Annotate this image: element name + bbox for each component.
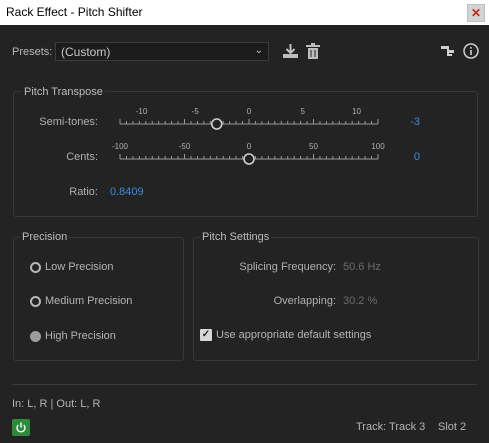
semitones-label: Semi-tones: bbox=[39, 116, 98, 128]
close-button[interactable]: ✕ bbox=[467, 4, 485, 22]
close-icon: ✕ bbox=[470, 6, 482, 20]
chevron-down-icon: ⌄ bbox=[254, 45, 263, 56]
slot-label: Slot 2 bbox=[438, 421, 467, 433]
pitch-settings-title: Pitch Settings bbox=[200, 231, 272, 243]
semitones-value[interactable]: -3 bbox=[396, 116, 420, 128]
track-label: Track: Track 3 bbox=[356, 421, 426, 433]
radio-medium-label: Medium Precision bbox=[45, 295, 133, 307]
window-title: Rack Effect - Pitch Shifter bbox=[6, 5, 143, 19]
radio-low-precision[interactable]: Low Precision bbox=[30, 261, 113, 273]
power-icon bbox=[16, 422, 26, 433]
trash-icon bbox=[306, 43, 320, 59]
radio-low-circle bbox=[30, 261, 41, 273]
checkmark-icon: ✓ bbox=[200, 329, 212, 341]
slider-thumb bbox=[210, 118, 223, 130]
radio-low-label: Low Precision bbox=[45, 261, 114, 273]
use-defaults-label: Use appropriate default settings bbox=[216, 329, 372, 341]
io-routing-text: In: L, R | Out: L, R bbox=[12, 398, 101, 410]
splicing-frequency-label: Splicing Frequency: bbox=[239, 261, 336, 273]
slider-thumb bbox=[243, 153, 255, 165]
radio-medium-circle bbox=[30, 295, 41, 307]
semitones-slider[interactable]: -10 -5 0 5 10 bbox=[118, 107, 380, 131]
overlapping-value[interactable]: 30.2 % bbox=[343, 295, 377, 307]
info-icon bbox=[463, 43, 479, 59]
radio-high-precision[interactable]: High Precision bbox=[30, 330, 116, 342]
use-defaults-checkbox[interactable]: ✓ Use appropriate default settings bbox=[200, 329, 371, 341]
overlapping-label: Overlapping: bbox=[273, 295, 336, 307]
splicing-frequency-value[interactable]: 50.6 Hz bbox=[343, 261, 381, 273]
cents-slider[interactable]: -100 -50 0 50 100 bbox=[112, 142, 385, 166]
cents-value[interactable]: 0 bbox=[396, 151, 420, 163]
delete-preset-button[interactable] bbox=[306, 43, 320, 62]
info-button[interactable] bbox=[463, 43, 479, 62]
semitones-slider-track bbox=[119, 118, 379, 130]
radio-high-label: High Precision bbox=[45, 330, 116, 342]
ratio-label: Ratio: bbox=[69, 186, 98, 198]
presets-dropdown[interactable]: (Custom) ⌄ bbox=[55, 42, 269, 61]
cents-slider-track bbox=[119, 153, 379, 165]
pitch-transpose-title: Pitch Transpose bbox=[22, 86, 105, 98]
radio-medium-precision[interactable]: Medium Precision bbox=[30, 295, 132, 307]
presets-selected-value: (Custom) bbox=[61, 45, 111, 59]
cents-label: Cents: bbox=[66, 151, 98, 163]
download-icon bbox=[283, 44, 298, 58]
routing-button[interactable] bbox=[441, 44, 455, 61]
presets-label: Presets: bbox=[12, 46, 53, 58]
power-button[interactable] bbox=[12, 419, 30, 436]
radio-high-circle bbox=[30, 330, 41, 342]
footer-divider bbox=[12, 384, 477, 385]
precision-title: Precision bbox=[20, 231, 70, 243]
save-preset-button[interactable] bbox=[282, 43, 299, 62]
ratio-value: 0.8409 bbox=[110, 186, 144, 198]
routing-icon bbox=[441, 46, 454, 56]
